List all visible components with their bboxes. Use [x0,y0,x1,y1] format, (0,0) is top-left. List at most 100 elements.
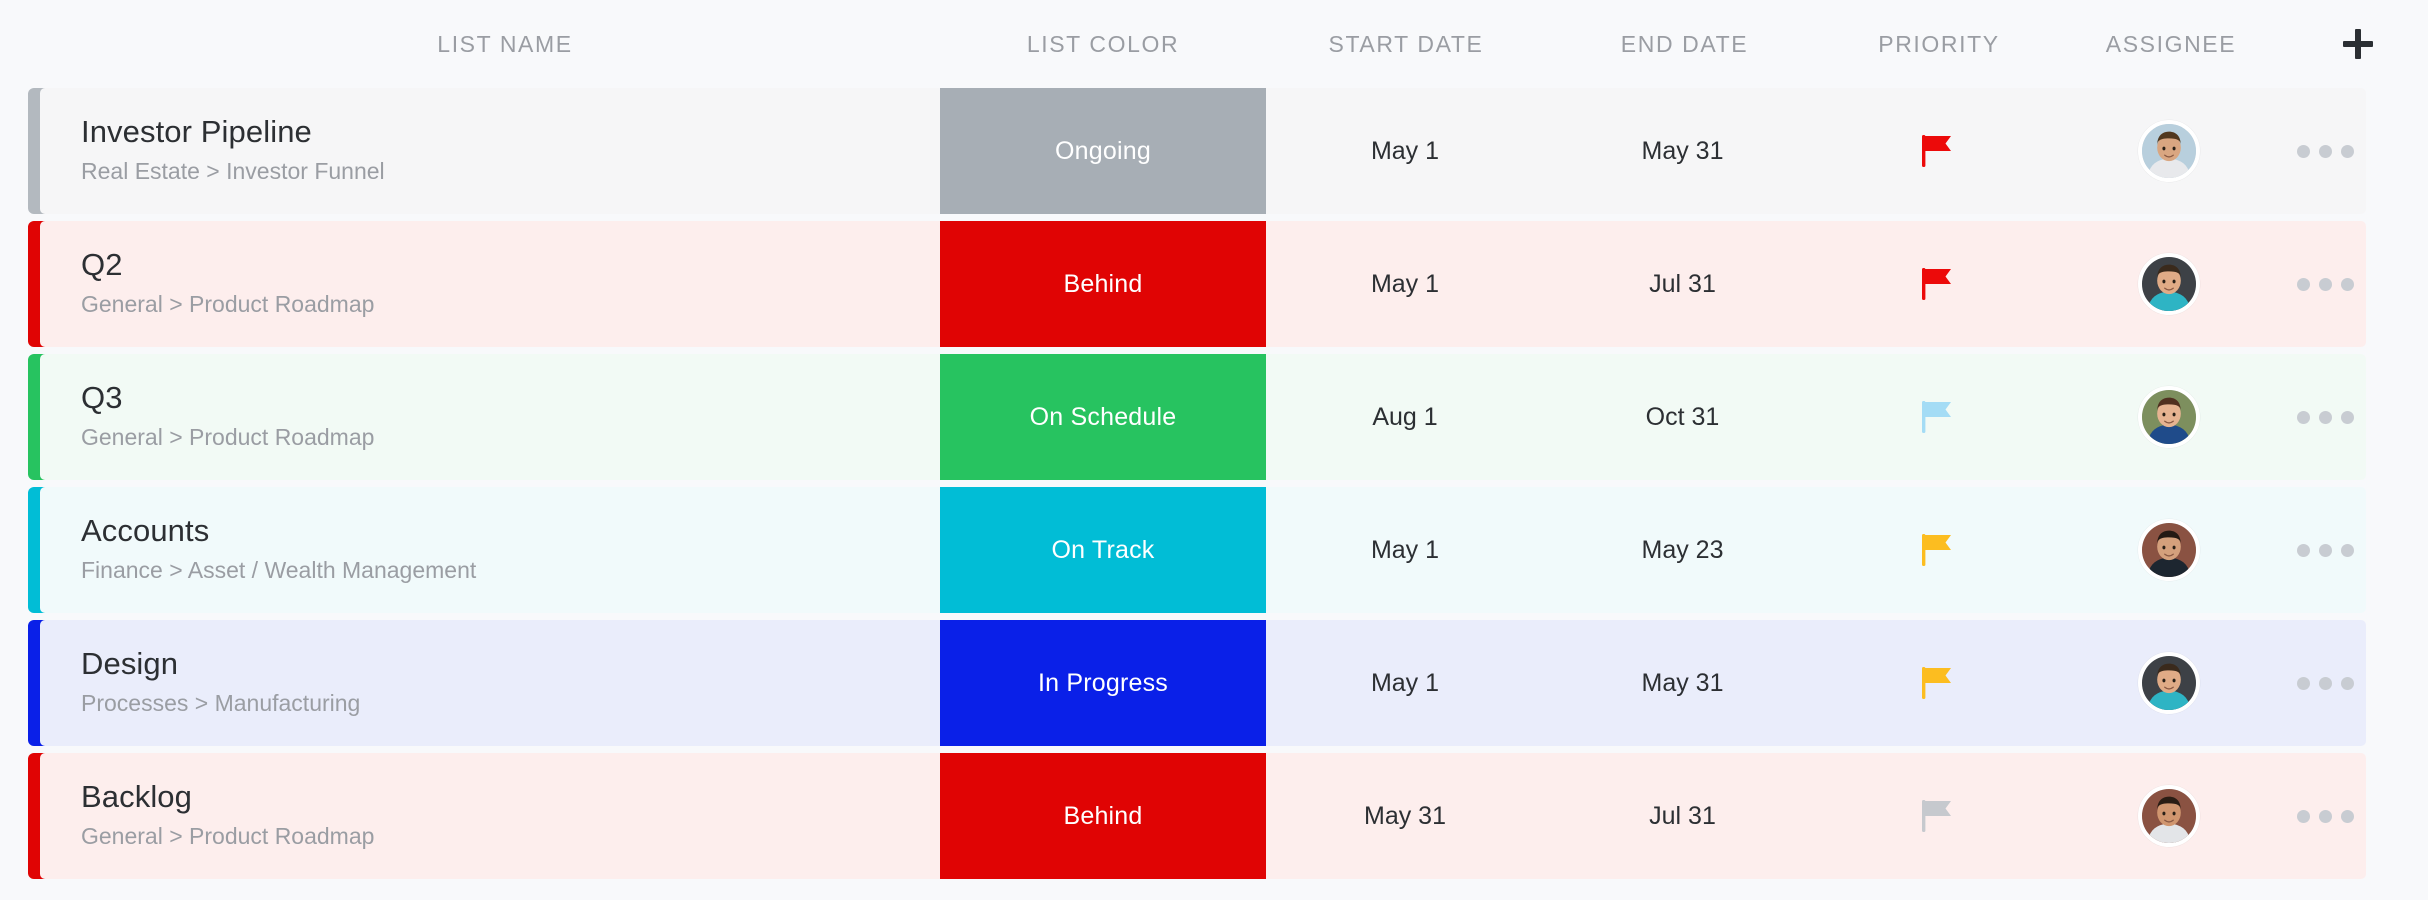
list-name-title: Q3 [81,380,123,416]
cell-end-date[interactable]: Oct 31 [1544,354,1821,480]
row-body[interactable]: Backlog General > Product Roadmap Behind… [40,753,2366,879]
priority-flag-icon[interactable] [1922,399,1952,435]
column-header-list-name[interactable]: LIST NAME [0,31,940,58]
ellipsis-icon[interactable] [2297,277,2354,291]
cell-list-color[interactable]: Ongoing [940,88,1266,214]
column-header-priority[interactable]: PRIORITY [1823,31,2055,58]
cell-end-date[interactable]: May 31 [1544,88,1821,214]
list-name-title: Backlog [81,779,192,815]
ellipsis-icon[interactable] [2297,410,2354,424]
assignee-avatar[interactable] [2138,120,2200,182]
status-label: Ongoing [1055,136,1151,165]
cell-end-date[interactable]: Jul 31 [1544,753,1821,879]
cell-end-date[interactable]: May 23 [1544,487,1821,613]
cell-assignee[interactable] [2053,620,2285,746]
list-name-title: Accounts [81,513,210,549]
column-header-start-date[interactable]: START DATE [1266,31,1546,58]
ellipsis-icon[interactable] [2297,144,2354,158]
cell-priority[interactable] [1821,221,2053,347]
cell-assignee[interactable] [2053,88,2285,214]
status-label: On Track [1051,535,1155,564]
list-breadcrumb-path: General > Product Roadmap [81,291,375,318]
table-row[interactable]: Investor Pipeline Real Estate > Investor… [0,88,2428,214]
end-date-value: May 31 [1641,668,1724,697]
row-body[interactable]: Q3 General > Product Roadmap On Schedule… [40,354,2366,480]
cell-list-color[interactable]: On Track [940,487,1266,613]
cell-end-date[interactable]: May 31 [1544,620,1821,746]
cell-row-actions[interactable] [2285,487,2366,613]
assignee-avatar[interactable] [2138,386,2200,448]
cell-start-date[interactable]: May 31 [1266,753,1544,879]
cell-list-name[interactable]: Q2 General > Product Roadmap [40,221,940,347]
cell-row-actions[interactable] [2285,354,2366,480]
plus-icon[interactable] [2342,29,2373,59]
list-breadcrumb-path: General > Product Roadmap [81,424,375,451]
start-date-value: May 1 [1370,668,1440,697]
cell-row-actions[interactable] [2285,753,2366,879]
end-date-value: May 31 [1641,136,1724,165]
table-row[interactable]: Backlog General > Product Roadmap Behind… [0,753,2428,879]
cell-list-name[interactable]: Q3 General > Product Roadmap [40,354,940,480]
column-header-end-date[interactable]: END DATE [1546,31,1823,58]
start-date-value: May 1 [1370,269,1440,298]
cell-priority[interactable] [1821,354,2053,480]
column-header-assignee[interactable]: ASSIGNEE [2055,31,2287,58]
table-row[interactable]: Design Processes > Manufacturing In Prog… [0,620,2428,746]
assignee-avatar[interactable] [2138,253,2200,315]
table-header: LIST NAME LIST COLOR START DATE END DATE… [0,0,2428,88]
cell-row-actions[interactable] [2285,88,2366,214]
table-rows: Investor Pipeline Real Estate > Investor… [0,88,2428,886]
table-row[interactable]: Accounts Finance > Asset / Wealth Manage… [0,487,2428,613]
column-header-list-color[interactable]: LIST COLOR [940,31,1266,58]
priority-flag-icon[interactable] [1922,266,1952,302]
priority-flag-icon[interactable] [1922,133,1952,169]
row-body[interactable]: Q2 General > Product Roadmap Behind May … [40,221,2366,347]
priority-flag-icon[interactable] [1922,532,1952,568]
cell-list-color[interactable]: On Schedule [940,354,1266,480]
cell-start-date[interactable]: May 1 [1266,221,1544,347]
cell-assignee[interactable] [2053,487,2285,613]
row-body[interactable]: Investor Pipeline Real Estate > Investor… [40,88,2366,214]
cell-priority[interactable] [1821,620,2053,746]
start-date-value: May 1 [1370,136,1440,165]
row-body[interactable]: Accounts Finance > Asset / Wealth Manage… [40,487,2366,613]
cell-assignee[interactable] [2053,221,2285,347]
assignee-avatar[interactable] [2138,785,2200,847]
cell-list-color[interactable]: Behind [940,221,1266,347]
end-date-value: Oct 31 [1645,402,1720,431]
add-column-button[interactable] [2287,29,2428,59]
cell-row-actions[interactable] [2285,221,2366,347]
priority-flag-icon[interactable] [1922,665,1952,701]
cell-priority[interactable] [1821,487,2053,613]
status-label: Behind [1063,269,1143,298]
list-breadcrumb-path: General > Product Roadmap [81,823,375,850]
cell-start-date[interactable]: May 1 [1266,620,1544,746]
cell-start-date[interactable]: Aug 1 [1266,354,1544,480]
start-date-value: May 31 [1364,801,1446,830]
priority-flag-icon[interactable] [1922,798,1952,834]
end-date-value: Jul 31 [1649,269,1716,298]
ellipsis-icon[interactable] [2297,676,2354,690]
cell-priority[interactable] [1821,88,2053,214]
cell-assignee[interactable] [2053,354,2285,480]
ellipsis-icon[interactable] [2297,809,2354,823]
cell-list-name[interactable]: Design Processes > Manufacturing [40,620,940,746]
cell-start-date[interactable]: May 1 [1266,88,1544,214]
cell-assignee[interactable] [2053,753,2285,879]
cell-list-color[interactable]: In Progress [940,620,1266,746]
ellipsis-icon[interactable] [2297,543,2354,557]
list-table-view: LIST NAME LIST COLOR START DATE END DATE… [0,0,2428,900]
cell-list-name[interactable]: Backlog General > Product Roadmap [40,753,940,879]
assignee-avatar[interactable] [2138,519,2200,581]
cell-list-name[interactable]: Accounts Finance > Asset / Wealth Manage… [40,487,940,613]
cell-row-actions[interactable] [2285,620,2366,746]
cell-list-name[interactable]: Investor Pipeline Real Estate > Investor… [40,88,940,214]
table-row[interactable]: Q3 General > Product Roadmap On Schedule… [0,354,2428,480]
cell-list-color[interactable]: Behind [940,753,1266,879]
assignee-avatar[interactable] [2138,652,2200,714]
cell-start-date[interactable]: May 1 [1266,487,1544,613]
table-row[interactable]: Q2 General > Product Roadmap Behind May … [0,221,2428,347]
row-body[interactable]: Design Processes > Manufacturing In Prog… [40,620,2366,746]
cell-end-date[interactable]: Jul 31 [1544,221,1821,347]
cell-priority[interactable] [1821,753,2053,879]
